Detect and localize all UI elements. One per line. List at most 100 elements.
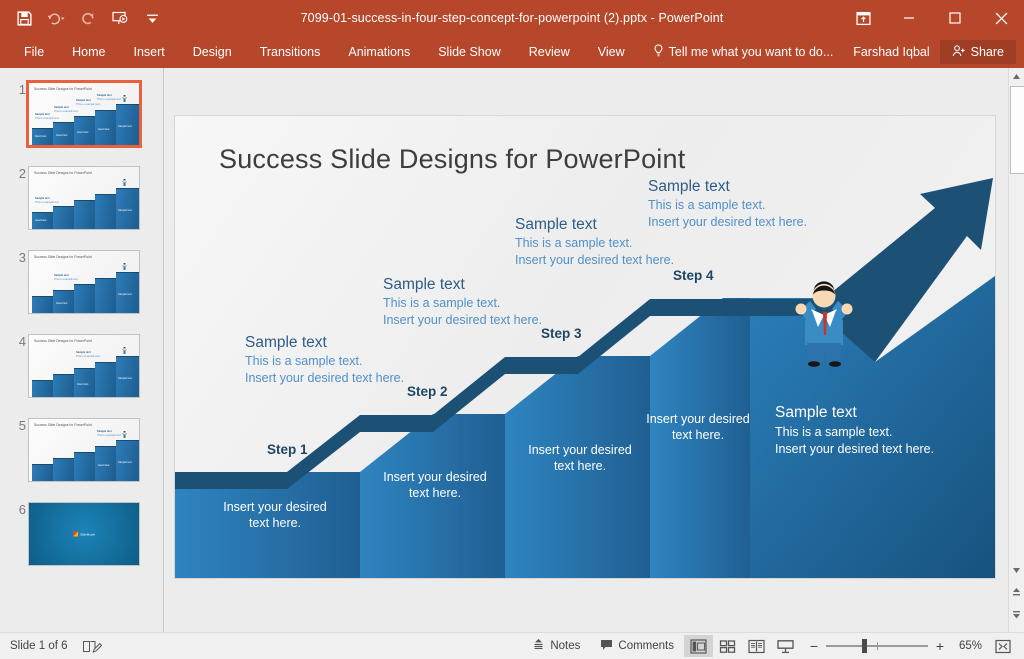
- reading-view-button[interactable]: [742, 635, 771, 657]
- final-callout[interactable]: Sample text This is a sample text. Inser…: [775, 404, 934, 458]
- comments-button[interactable]: Comments: [590, 633, 684, 659]
- tell-me-search[interactable]: Tell me what you want to do...: [653, 43, 834, 61]
- slidemodel-logo: SlideModel: [73, 531, 95, 537]
- redo-button[interactable]: [78, 8, 98, 28]
- slide-canvas[interactable]: Success Slide Designs for PowerPoint Sam…: [175, 116, 995, 578]
- thumbnail-slide-3[interactable]: 3 Success Slide Designs for PowerPoint S…: [0, 250, 163, 334]
- scrollbar-thumb[interactable]: [1010, 86, 1024, 174]
- slide-sorter-view-button[interactable]: [713, 635, 742, 657]
- slide-editing-area: Success Slide Designs for PowerPoint Sam…: [164, 68, 1009, 632]
- step-body-4[interactable]: Insert your desired text here.: [623, 411, 773, 444]
- step-body-line-1: Insert your desired: [223, 500, 327, 514]
- notes-button[interactable]: Notes: [522, 633, 590, 659]
- tab-file[interactable]: File: [10, 36, 58, 68]
- tab-transitions[interactable]: Transitions: [246, 36, 335, 68]
- start-presentation-button[interactable]: [110, 8, 130, 28]
- slide-thumbnail-pane[interactable]: 1 Success Slide Designs for PowerPoint S…: [0, 68, 163, 632]
- mini-businessman-icon: [122, 347, 127, 354]
- status-left: Slide 1 of 6: [10, 633, 102, 659]
- notes-icon: [532, 638, 545, 654]
- zoom-slider-handle[interactable]: [862, 639, 867, 653]
- account-name[interactable]: Farshad Iqbal: [843, 45, 939, 59]
- tab-slide-show[interactable]: Slide Show: [424, 36, 515, 68]
- callout-heading: Sample text: [245, 334, 327, 351]
- thumbnail-slide-2[interactable]: 2 Success Slide Designs for PowerPoint S…: [0, 166, 163, 250]
- step-body-1[interactable]: Insert your desired text here.: [190, 499, 360, 532]
- step-body-line-1: Insert your desired: [528, 443, 632, 457]
- slide-counter[interactable]: Slide 1 of 6: [10, 640, 68, 652]
- step-body-3[interactable]: Insert your desired text here.: [510, 442, 650, 475]
- step-label-2: Step 2: [407, 384, 448, 399]
- normal-view-button[interactable]: [684, 635, 713, 657]
- status-right: Notes Comments − + 65%: [522, 633, 1016, 659]
- mini-slide: Success Slide Designs for PowerPoint Sam…: [29, 335, 139, 397]
- undo-button[interactable]: [46, 8, 66, 28]
- zoom-slider-midpoint: [877, 642, 878, 650]
- thumbnail-image[interactable]: Success Slide Designs for PowerPoint Sam…: [26, 80, 142, 148]
- tab-design[interactable]: Design: [179, 36, 246, 68]
- callout-4[interactable]: Sample text This is a sample text. Inser…: [648, 178, 807, 231]
- callout-line-1: This is a sample text.: [515, 236, 633, 250]
- tab-home[interactable]: Home: [58, 36, 119, 68]
- mini-slide: Success Slide Designs for PowerPoint Sam…: [29, 419, 139, 481]
- thumbnail-image[interactable]: Success Slide Designs for PowerPoint Sam…: [28, 166, 140, 230]
- tab-review[interactable]: Review: [515, 36, 584, 68]
- tell-me-label: Tell me what you want to do...: [668, 45, 834, 59]
- final-line-1: This is a sample text.: [775, 425, 893, 439]
- notes-label: Notes: [550, 640, 581, 652]
- step-body-2[interactable]: Insert your desired text here.: [365, 469, 505, 502]
- powerpoint-window: 7099-01-success-in-four-step-concept-for…: [0, 0, 1024, 659]
- thumbnail-image[interactable]: Success Slide Designs for PowerPoint Sam…: [28, 250, 140, 314]
- thumbnail-slide-6[interactable]: 6 SlideModel: [0, 502, 163, 586]
- spell-check-icon[interactable]: [82, 639, 102, 654]
- slide-vertical-scrollbar[interactable]: [1008, 68, 1024, 632]
- step-body-line-2: text here.: [671, 428, 725, 443]
- thumbnail-slide-4[interactable]: 4 Success Slide Designs for PowerPoint S…: [0, 334, 163, 418]
- next-slide-button[interactable]: [1009, 606, 1024, 622]
- window-controls: [840, 0, 1024, 36]
- thumbnail-image[interactable]: SlideModel: [28, 502, 140, 566]
- fit-slide-to-window-button[interactable]: [990, 635, 1016, 657]
- thumbnail-slide-1[interactable]: 1 Success Slide Designs for PowerPoint S…: [0, 80, 163, 166]
- share-button[interactable]: Share: [939, 40, 1016, 64]
- person-add-icon: [952, 44, 966, 61]
- comment-icon: [600, 638, 613, 654]
- maximize-button[interactable]: [932, 0, 978, 36]
- callout-heading: Sample text: [648, 178, 730, 195]
- zoom-slider[interactable]: [826, 639, 928, 653]
- close-button[interactable]: [978, 0, 1024, 36]
- step-label-1: Step 1: [267, 442, 308, 457]
- slide-show-button[interactable]: [771, 635, 800, 657]
- zoom-in-button[interactable]: +: [934, 638, 946, 654]
- status-bar: Slide 1 of 6 Notes Comments − + 65%: [0, 632, 1024, 659]
- mini-slide: Success Slide Designs for PowerPoint Sam…: [29, 251, 139, 313]
- mini-title: Success Slide Designs for PowerPoint: [34, 339, 92, 343]
- mini-businessman-icon: [122, 263, 127, 270]
- minimize-button[interactable]: [886, 0, 932, 36]
- thumbnail-slide-5[interactable]: 5 Success Slide Designs for PowerPoint S…: [0, 418, 163, 502]
- scroll-up-button[interactable]: [1009, 68, 1024, 84]
- scroll-down-button[interactable]: [1009, 562, 1024, 578]
- callout-2[interactable]: Sample text This is a sample text. Inser…: [383, 276, 542, 329]
- thumbnail-number: 4: [18, 334, 26, 349]
- ribbon-display-options-button[interactable]: [840, 0, 886, 36]
- thumbnail-number: 6: [18, 502, 26, 517]
- lightbulb-icon: [653, 43, 664, 61]
- tab-view[interactable]: View: [584, 36, 639, 68]
- tab-insert[interactable]: Insert: [120, 36, 179, 68]
- thumbnail-image[interactable]: Success Slide Designs for PowerPoint Sam…: [28, 334, 140, 398]
- callout-1[interactable]: Sample text This is a sample text. Inser…: [245, 334, 404, 387]
- customize-quick-access-toolbar-button[interactable]: [142, 8, 162, 28]
- tab-animations[interactable]: Animations: [334, 36, 424, 68]
- zoom-out-button[interactable]: −: [808, 638, 820, 654]
- zoom-control: − + 65%: [800, 638, 990, 654]
- thumbnail-image[interactable]: Success Slide Designs for PowerPoint Sam…: [28, 418, 140, 482]
- workspace: 1 Success Slide Designs for PowerPoint S…: [0, 68, 1024, 632]
- final-line-2: Insert your desired text here.: [775, 441, 935, 456]
- save-button[interactable]: [14, 8, 34, 28]
- share-label: Share: [970, 45, 1004, 59]
- step-body-line-1: Insert your desired: [383, 470, 487, 484]
- step-body-line-2: text here.: [553, 459, 607, 474]
- zoom-level-label[interactable]: 65%: [952, 640, 982, 652]
- previous-slide-button[interactable]: [1009, 584, 1024, 600]
